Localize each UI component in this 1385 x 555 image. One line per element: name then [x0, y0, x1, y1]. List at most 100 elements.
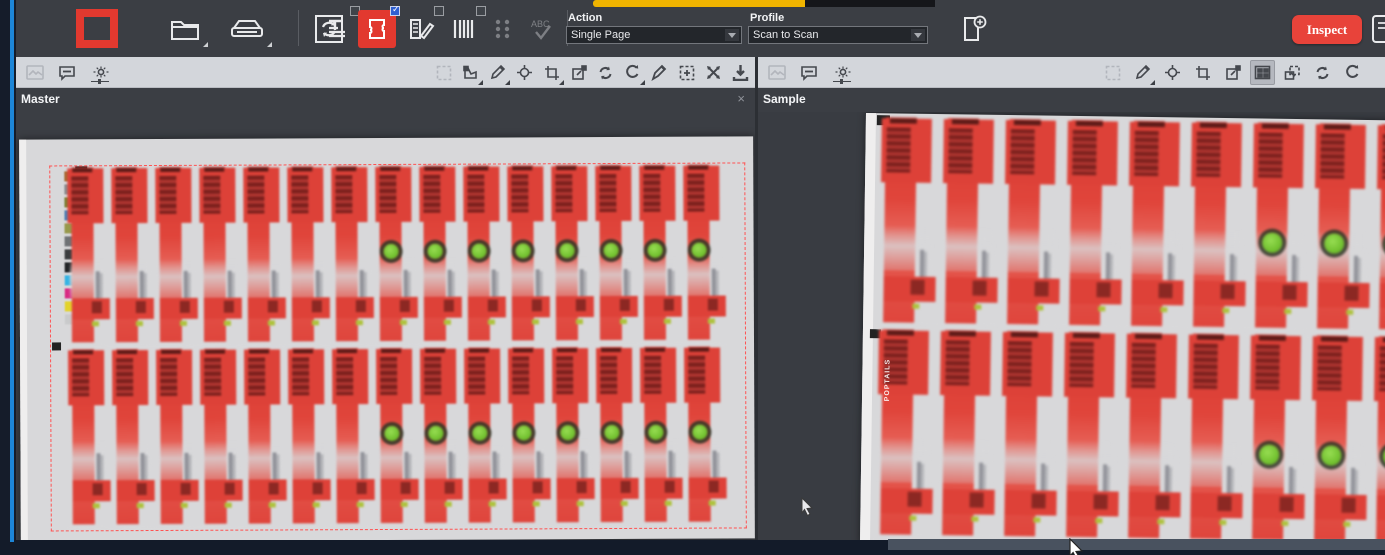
fit-both-button[interactable] [701, 60, 726, 85]
marquee-select-button [1100, 60, 1125, 85]
sample-viewport[interactable]: POPTAILS [758, 112, 1385, 540]
color-inspection-checkbox[interactable] [434, 6, 444, 16]
rotate-button[interactable] [620, 60, 645, 85]
add-frame-icon [679, 65, 695, 81]
label-row [874, 329, 1385, 540]
chevron-down-icon [559, 80, 564, 85]
rotate-icon [624, 64, 641, 81]
chevron-down-icon [505, 80, 510, 85]
spelling-inspection-icon: ABC [528, 16, 558, 42]
zone-tool-button[interactable] [458, 60, 483, 85]
inspection-region-outline[interactable] [49, 162, 747, 531]
grid-view-button[interactable] [1250, 60, 1275, 85]
brand-text-vertical: POPTAILS [884, 331, 896, 401]
overlapping-window-strip-yellow [593, 0, 805, 7]
chevron-down-icon [640, 80, 645, 85]
brightness-button[interactable] [88, 60, 113, 85]
panel-toolbars-row [16, 57, 1385, 88]
bottom-bar [0, 540, 1385, 555]
master-panel-header: Master × [16, 88, 755, 112]
refresh-icon [1314, 65, 1331, 81]
sample-scan-image[interactable]: POPTAILS [860, 113, 1385, 540]
crop-tool-button[interactable] [1190, 60, 1215, 85]
green-dot-marker [1324, 233, 1344, 253]
print-label [939, 118, 1004, 326]
brightness-slider[interactable] [833, 81, 851, 84]
actual-size-button[interactable] [1220, 60, 1245, 85]
thumbnail-button [764, 60, 789, 85]
master-scan-image[interactable] [19, 136, 755, 540]
brightness-slider[interactable] [91, 81, 109, 84]
report-button[interactable] [1370, 10, 1385, 48]
action-dropdown-value: Single Page [571, 29, 630, 41]
profile-dropdown[interactable]: Scan to Scan [748, 26, 928, 44]
graphics-inspection-button[interactable] [358, 10, 396, 48]
new-profile-button[interactable] [954, 10, 994, 48]
marquee-icon [1105, 65, 1121, 81]
rotate-button[interactable] [1340, 60, 1365, 85]
chevron-down-icon [203, 42, 208, 47]
fit-window-button[interactable] [1280, 60, 1305, 85]
color-inspection-button[interactable] [402, 10, 440, 48]
report-icon [1370, 13, 1385, 45]
master-viewport[interactable] [16, 112, 755, 540]
eyedropper-button[interactable] [647, 60, 672, 85]
profile-label: Profile [750, 12, 784, 24]
sample-panel-title: Sample [763, 92, 806, 106]
print-label [1308, 335, 1373, 540]
action-dropdown[interactable]: Single Page [566, 26, 742, 44]
fit-window-icon [1284, 65, 1301, 81]
actual-size-button[interactable] [566, 60, 591, 85]
print-label [1249, 122, 1314, 330]
comment-button[interactable] [796, 60, 821, 85]
open-file-button[interactable] [161, 10, 209, 48]
scan-button[interactable] [221, 10, 273, 48]
thumbnail-icon [768, 65, 786, 81]
mouse-cursor [800, 497, 816, 517]
master-panel-close-button[interactable]: × [737, 91, 745, 106]
refresh-button[interactable] [1310, 60, 1335, 85]
pencil-tool-button[interactable] [485, 60, 510, 85]
horizontal-scrollbar[interactable] [888, 539, 1385, 550]
print-label [1311, 123, 1376, 331]
actual-size-icon [571, 65, 587, 81]
folder-icon [169, 16, 201, 42]
spelling-inspection-button: ABC [524, 10, 562, 48]
mouse-cursor [1068, 538, 1086, 555]
barcode-inspection-checkbox[interactable] [476, 6, 486, 16]
eyedropper-icon [651, 64, 668, 81]
window-edge-accent [10, 0, 14, 542]
actual-size-icon [1225, 65, 1241, 81]
chevron-down-icon [1150, 80, 1155, 85]
comment-button[interactable] [54, 60, 79, 85]
print-label [1125, 121, 1190, 329]
graphics-inspection-checkbox[interactable] [390, 6, 400, 16]
pencil-icon [1134, 64, 1151, 81]
barcode-inspection-icon [451, 16, 477, 42]
inspect-button[interactable]: Inspect [1292, 15, 1362, 44]
print-label [1001, 119, 1066, 327]
barcode-inspection-button[interactable] [446, 10, 482, 48]
label-row [877, 117, 1385, 337]
chevron-down-icon [725, 29, 739, 41]
graphics-inspection-icon [365, 16, 389, 42]
text-inspection-button[interactable] [320, 10, 356, 48]
brightness-button[interactable] [830, 60, 855, 85]
braille-inspection-button [486, 10, 520, 48]
print-label [1187, 122, 1252, 330]
master-panel-title: Master [21, 92, 60, 106]
print-label [1370, 336, 1385, 540]
pencil-tool-button[interactable] [1130, 60, 1155, 85]
crosshair-tool-button[interactable] [512, 60, 537, 85]
crosshair-icon [1164, 64, 1181, 81]
add-frame-button[interactable] [674, 60, 699, 85]
sample-panel-header: Sample [758, 88, 1385, 112]
print-label [998, 331, 1063, 539]
profile-dropdown-value: Scan to Scan [753, 29, 818, 41]
crop-tool-button[interactable] [539, 60, 564, 85]
crosshair-tool-button[interactable] [1160, 60, 1185, 85]
sample-panel-toolbar [758, 57, 1385, 88]
refresh-button[interactable] [593, 60, 618, 85]
import-image-button[interactable] [728, 60, 753, 85]
pencil-icon [489, 64, 506, 81]
